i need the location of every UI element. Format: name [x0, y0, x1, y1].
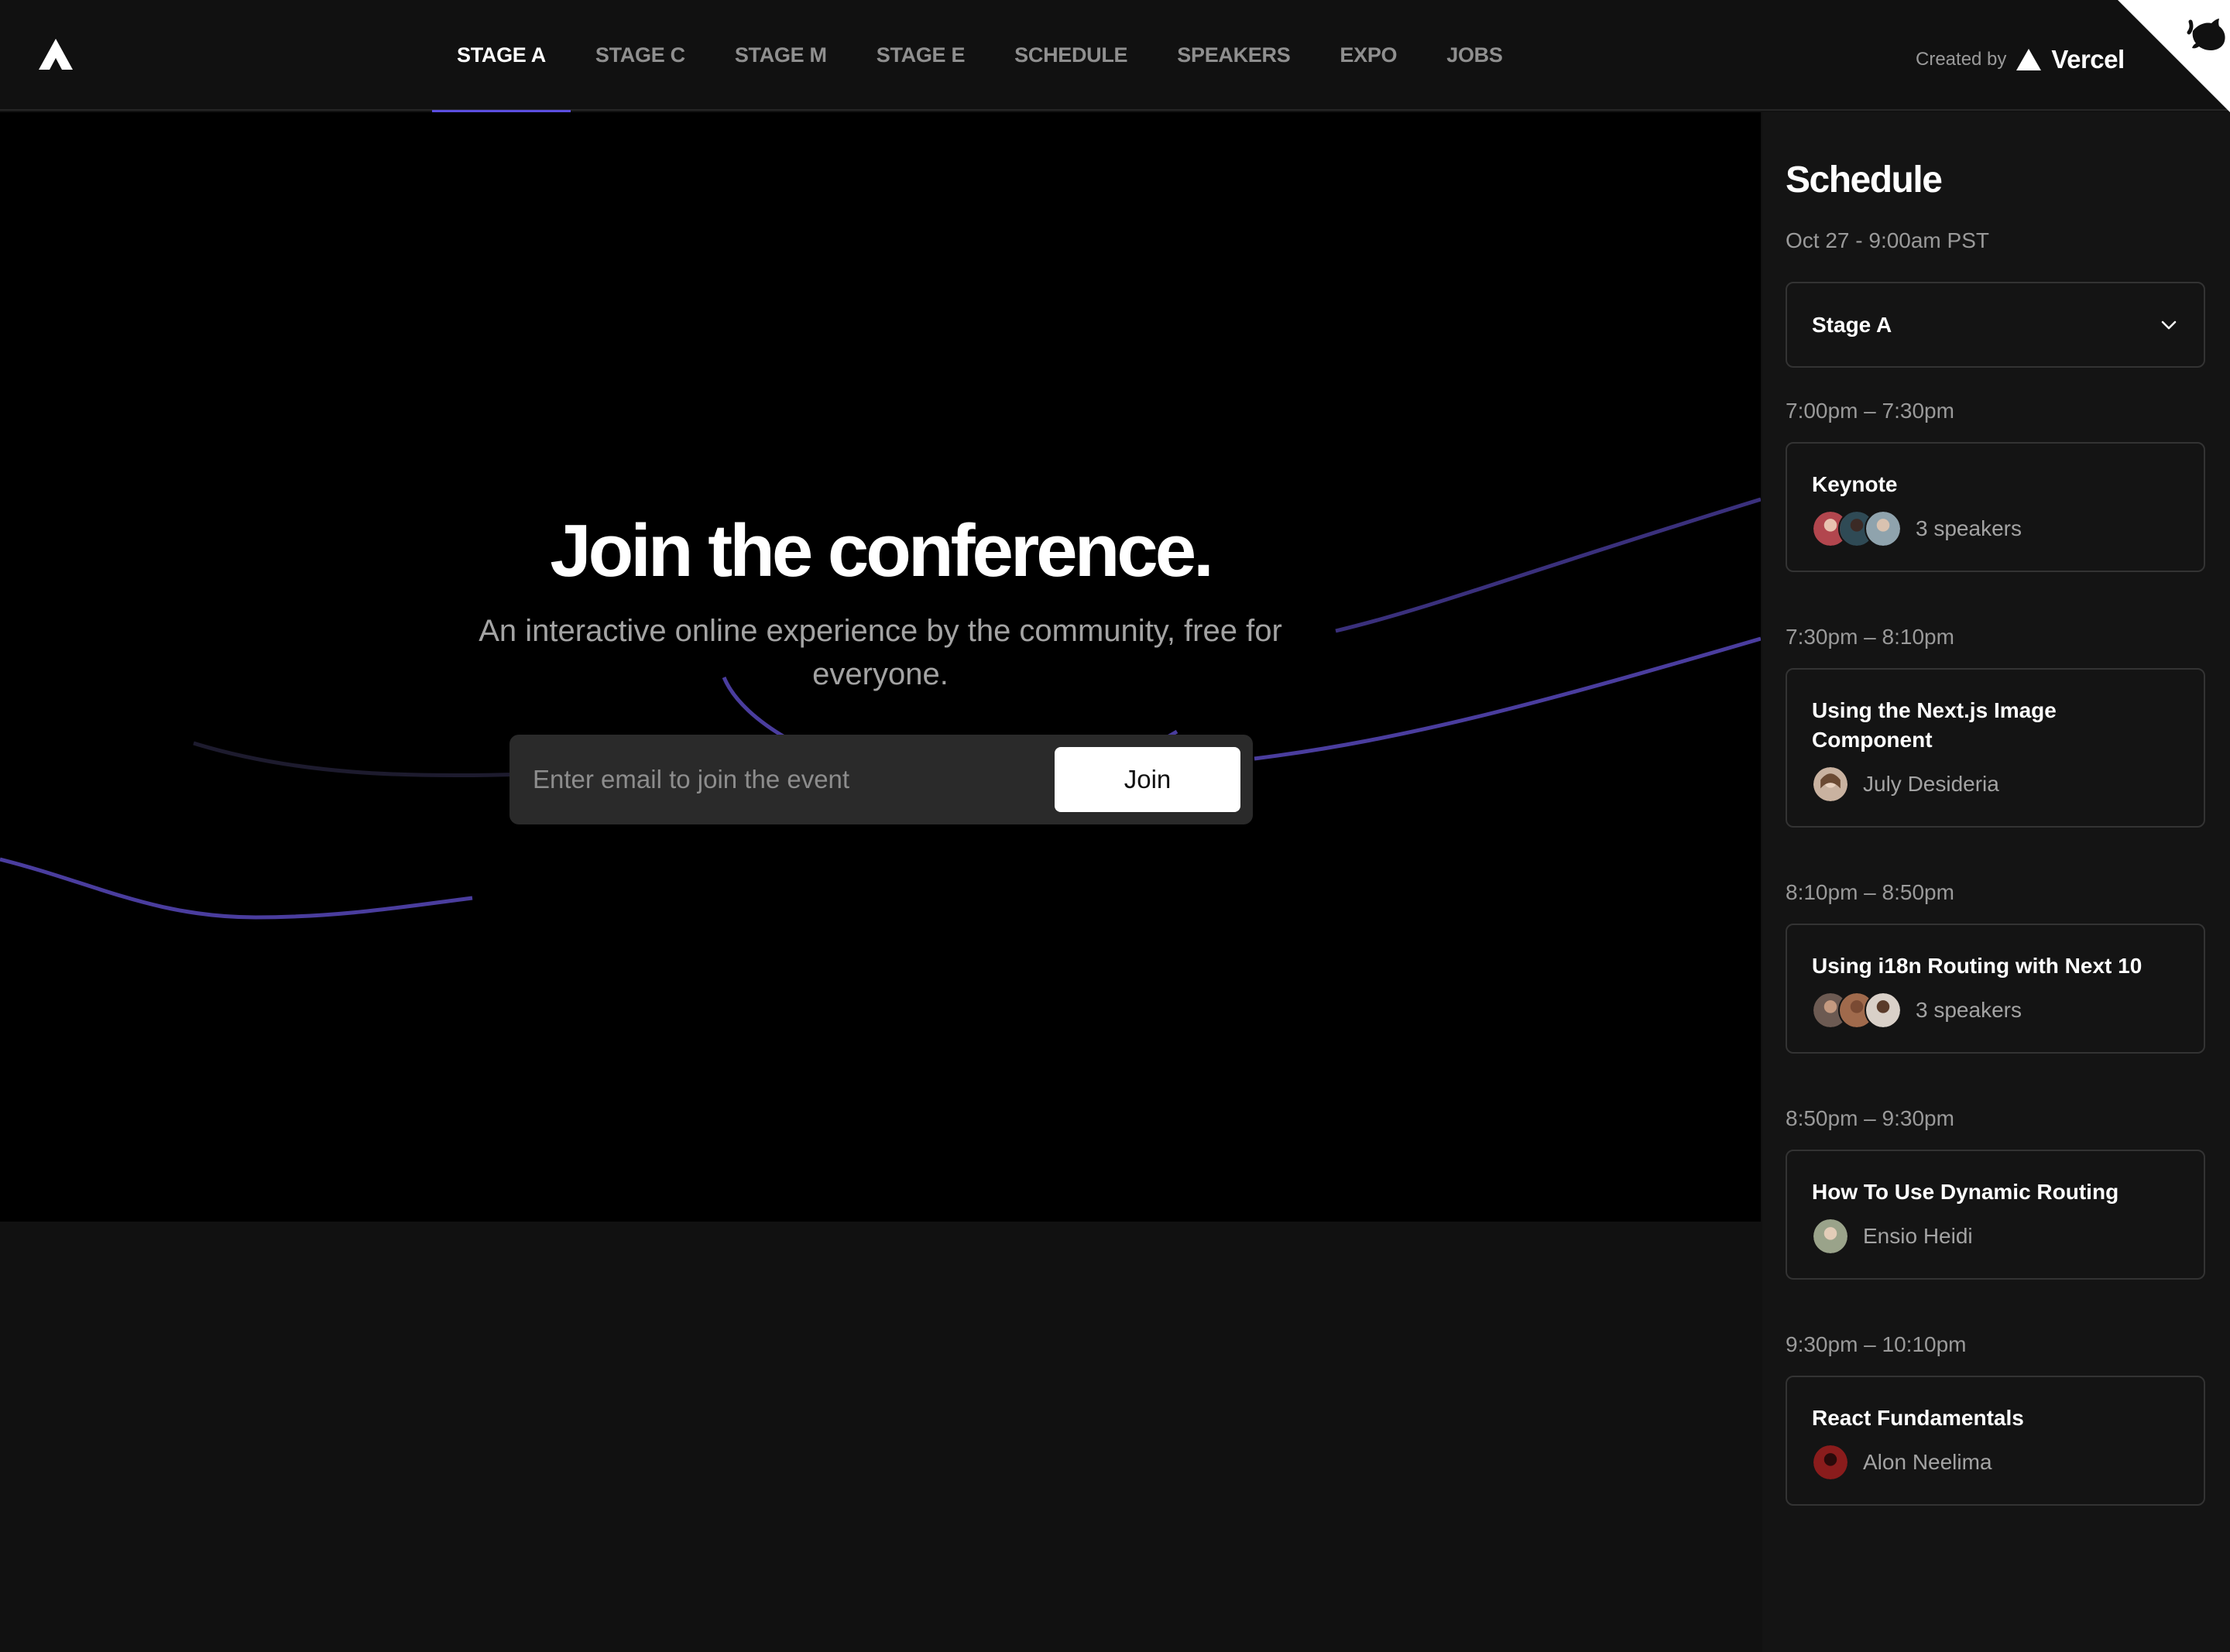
top-nav-bar: Stage A Stage C Stage M Stage E Schedule… — [0, 0, 2230, 112]
avatar[interactable] — [1865, 992, 1902, 1029]
schedule-slot: 9:30pm – 10:10pm React Fundamentals Alon… — [1786, 1329, 2205, 1506]
vercel-wordmark: Vercel — [2051, 45, 2125, 74]
nav-tab-stage-e[interactable]: Stage E — [852, 0, 990, 111]
talk-speakers: 3 speakers — [1812, 992, 2179, 1029]
talk-card[interactable]: Keynote 3 speakers — [1786, 442, 2205, 572]
email-input[interactable] — [533, 735, 1028, 824]
speaker-avatars — [1812, 1218, 1849, 1255]
hero-subtitle: An interactive online experience by the … — [479, 614, 1282, 691]
schedule-date: Oct 27 - 9:00am PST — [1786, 228, 1989, 252]
nav-tab-jobs[interactable]: Jobs — [1422, 0, 1527, 111]
slot-time: 9:30pm – 10:10pm — [1786, 1332, 1967, 1356]
avatar[interactable] — [1865, 510, 1902, 547]
speaker-name: Alon Neelima — [1863, 1450, 1992, 1474]
speaker-name: July Desideria — [1863, 772, 1999, 796]
nav-tab-stage-a[interactable]: Stage A — [432, 0, 571, 112]
slot-time: 7:00pm – 7:30pm — [1786, 399, 1954, 423]
talk-card[interactable]: Using i18n Routing with Next 10 3 speake… — [1786, 924, 2205, 1054]
nav-tab-speakers[interactable]: Speakers — [1152, 0, 1315, 111]
schedule-slot: 7:30pm – 8:10pm Using the Next.js Image … — [1786, 622, 2205, 828]
speaker-name: Ensio Heidi — [1863, 1224, 1973, 1248]
talk-title: How To Use Dynamic Routing — [1812, 1180, 2119, 1204]
join-button[interactable]: Join — [1055, 747, 1240, 812]
stage-select-value: Stage A — [1812, 312, 1892, 337]
talk-title: Using i18n Routing with Next 10 — [1812, 954, 2143, 978]
talk-speakers: 3 speakers — [1812, 510, 2179, 547]
created-by-label: Created by — [1916, 49, 2007, 70]
nav-tab-stage-m[interactable]: Stage M — [710, 0, 852, 111]
talk-title: React Fundamentals — [1812, 1406, 2024, 1430]
avatar[interactable] — [1812, 1218, 1849, 1255]
speaker-avatars — [1812, 766, 1849, 803]
join-form: Join — [509, 735, 1253, 824]
stage-nav: Stage A Stage C Stage M Stage E Schedule… — [432, 0, 1528, 112]
talk-title: Keynote — [1812, 472, 1898, 496]
github-corner-icon[interactable] — [2118, 0, 2230, 112]
schedule-slot: 7:00pm – 7:30pm Keynote 3 speakers — [1786, 396, 2205, 572]
avatar[interactable] — [1812, 766, 1849, 803]
slot-time: 7:30pm – 8:10pm — [1786, 625, 1954, 649]
talk-speakers: Ensio Heidi — [1812, 1218, 2179, 1255]
hero-section: Join the conference. An interactive onli… — [0, 112, 1761, 1222]
speaker-count: 3 speakers — [1916, 998, 2022, 1022]
created-by-link[interactable]: Created by Vercel — [1916, 45, 2125, 74]
talk-card[interactable]: How To Use Dynamic Routing Ensio Heidi — [1786, 1150, 2205, 1280]
nav-tab-schedule[interactable]: Schedule — [990, 0, 1152, 111]
schedule-slot: 8:10pm – 8:50pm Using i18n Routing with … — [1786, 877, 2205, 1054]
talk-title: Using the Next.js Image Component — [1812, 698, 2057, 752]
conference-logo-icon[interactable] — [37, 37, 74, 71]
stage-select[interactable]: Stage A — [1786, 282, 2205, 368]
schedule-sidebar: Schedule Oct 27 - 9:00am PST Stage A 7:0… — [1762, 112, 2230, 1652]
slot-time: 8:50pm – 9:30pm — [1786, 1106, 1954, 1130]
hero-title: Join the conference. — [550, 509, 1214, 592]
talk-card[interactable]: Using the Next.js Image Component July D… — [1786, 668, 2205, 828]
slot-time: 8:10pm – 8:50pm — [1786, 880, 1954, 904]
talk-card[interactable]: React Fundamentals Alon Neelima — [1786, 1376, 2205, 1506]
speaker-avatars — [1812, 992, 1902, 1029]
talk-speakers: Alon Neelima — [1812, 1444, 2179, 1481]
talk-speakers: July Desideria — [1812, 766, 2179, 803]
page: Stage A Stage C Stage M Stage E Schedule… — [0, 0, 2230, 1652]
avatar[interactable] — [1812, 1444, 1849, 1481]
speaker-avatars — [1812, 1444, 1849, 1481]
vercel-triangle-icon — [2016, 49, 2042, 70]
nav-tab-expo[interactable]: Expo — [1315, 0, 1422, 111]
speaker-avatars — [1812, 510, 1902, 547]
speaker-count: 3 speakers — [1916, 516, 2022, 540]
schedule-title: Schedule — [1786, 159, 1943, 201]
chevron-down-icon — [2161, 320, 2177, 329]
schedule-slot: 8:50pm – 9:30pm How To Use Dynamic Routi… — [1786, 1103, 2205, 1280]
nav-tab-stage-c[interactable]: Stage C — [571, 0, 710, 111]
